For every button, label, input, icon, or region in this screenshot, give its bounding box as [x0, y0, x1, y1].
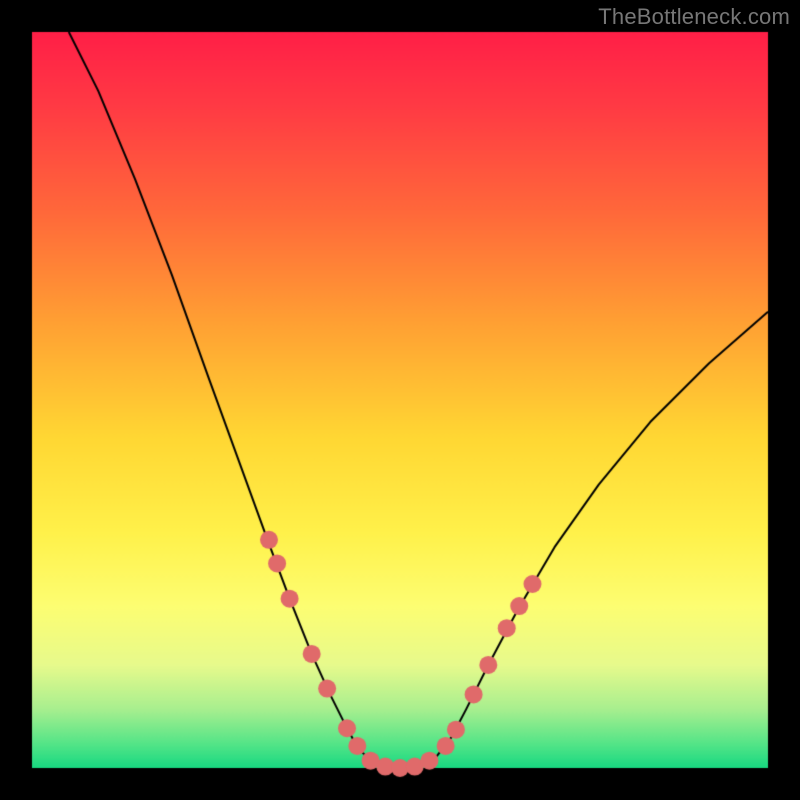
- bottleneck-chart-canvas: [0, 0, 800, 800]
- chart-stage: TheBottleneck.com: [0, 0, 800, 800]
- watermark-text: TheBottleneck.com: [598, 4, 790, 30]
